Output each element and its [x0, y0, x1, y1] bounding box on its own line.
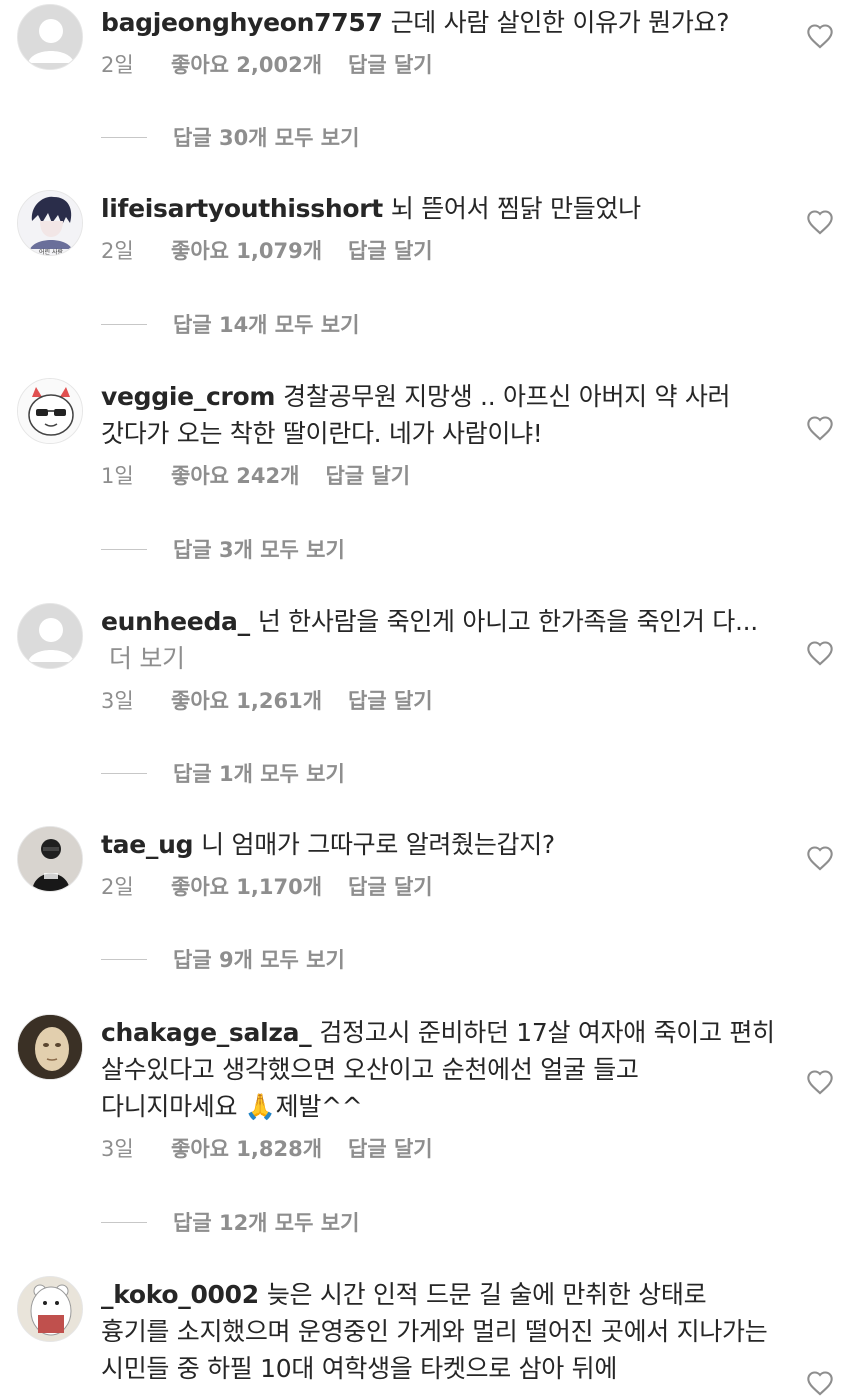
anime-drawing-avatar-icon: 어린 사람 — [18, 191, 82, 256]
reply-button[interactable]: 답글 달기 — [348, 871, 433, 901]
default-avatar-icon — [18, 604, 82, 668]
reply-button[interactable]: 답글 달기 — [348, 49, 433, 79]
avatar[interactable] — [17, 378, 83, 444]
comment-time[interactable]: 2일 — [101, 235, 171, 265]
comment-time[interactable]: 1일 — [101, 460, 171, 490]
heart-icon[interactable] — [806, 1370, 834, 1396]
comment-body: 근데 사람 살인한 이유가 뭔가요? — [390, 8, 730, 37]
comment-body: 뇌 뜯어서 찜닭 만들었나 — [390, 194, 641, 223]
see-more-link[interactable]: 더 보기 — [109, 644, 185, 673]
comment-username[interactable]: eunheeda_ — [101, 607, 250, 636]
view-replies-label: 답글 9개 모두 보기 — [173, 948, 345, 972]
heart-icon[interactable] — [806, 1069, 834, 1095]
comment-time[interactable]: 3일 — [101, 685, 171, 715]
avatar[interactable] — [17, 4, 83, 70]
divider-line — [101, 772, 147, 774]
comment-likes[interactable]: 좋아요 1,261개 — [171, 685, 322, 715]
view-replies-label: 답글 3개 모두 보기 — [173, 538, 345, 562]
person-photo-avatar-icon — [18, 827, 82, 891]
view-replies-button[interactable]: 답글 9개 모두 보기 — [101, 944, 345, 974]
comment-time[interactable]: 2일 — [101, 871, 171, 901]
divider-line — [101, 323, 147, 325]
comment-text: chakage_salza_ 검정고시 준비하던 17살 여자애 죽이고 편히 살… — [101, 1014, 781, 1125]
heart-icon[interactable] — [806, 209, 834, 235]
view-replies-button[interactable]: 답글 3개 모두 보기 — [101, 534, 345, 564]
view-replies-label: 답글 1개 모두 보기 — [173, 762, 345, 786]
comment-likes[interactable]: 좋아요 1,170개 — [171, 871, 322, 901]
divider-line — [101, 548, 147, 550]
divider-line — [101, 958, 147, 960]
comment-text: lifeisartyouthisshort 뇌 뜯어서 찜닭 만들었나 — [101, 190, 781, 227]
comment-body: 넌 한사람을 죽인게 아니고 한가족을 죽인거 다... — [257, 607, 758, 636]
reply-button[interactable]: 답글 달기 — [348, 685, 433, 715]
comment-text: _koko_0002 늦은 시간 인적 드문 길 술에 만취한 상태로 흉기를 소… — [101, 1276, 781, 1387]
divider-line — [101, 136, 147, 138]
view-replies-label: 답글 30개 모두 보기 — [173, 126, 360, 150]
view-replies-label: 답글 12개 모두 보기 — [173, 1211, 360, 1235]
view-replies-label: 답글 14개 모두 보기 — [173, 313, 360, 337]
heart-icon[interactable] — [806, 640, 834, 666]
comment-time[interactable]: 3일 — [101, 1133, 171, 1163]
comment-username[interactable]: bagjeonghyeon7757 — [101, 8, 383, 37]
comment-text: tae_ug 니 엄매가 그따구로 알려줬는갑지? — [101, 826, 781, 863]
painting-portrait-avatar-icon — [18, 1015, 82, 1079]
divider-line — [101, 1221, 147, 1223]
comment-username[interactable]: chakage_salza_ — [101, 1018, 312, 1047]
view-replies-button[interactable]: 답글 12개 모두 보기 — [101, 1207, 359, 1237]
default-avatar-icon — [18, 5, 82, 69]
comment-likes[interactable]: 좋아요 1,079개 — [171, 235, 322, 265]
comment-username[interactable]: veggie_crom — [101, 382, 275, 411]
heart-icon[interactable] — [806, 845, 834, 871]
heart-icon[interactable] — [806, 23, 834, 49]
comment-username[interactable]: tae_ug — [101, 830, 193, 859]
comment-likes[interactable]: 좋아요 2,002개 — [171, 49, 322, 79]
avatar[interactable] — [17, 1276, 83, 1342]
avatar[interactable] — [17, 826, 83, 892]
avatar[interactable] — [17, 1014, 83, 1080]
comment-text: bagjeonghyeon7757 근데 사람 살인한 이유가 뭔가요? — [101, 4, 781, 41]
comment-likes[interactable]: 좋아요 242개 — [171, 460, 299, 490]
view-replies-button[interactable]: 답글 14개 모두 보기 — [101, 309, 359, 339]
avatar[interactable]: 어린 사람 — [17, 190, 83, 256]
reply-button[interactable]: 답글 달기 — [325, 460, 410, 490]
reply-button[interactable]: 답글 달기 — [348, 235, 433, 265]
reply-button[interactable]: 답글 달기 — [348, 1133, 433, 1163]
heart-icon[interactable] — [806, 415, 834, 441]
comment-time[interactable]: 2일 — [101, 49, 171, 79]
view-replies-button[interactable]: 답글 30개 모두 보기 — [101, 122, 359, 152]
bear-cartoon-avatar-icon — [18, 1277, 82, 1341]
comment-likes[interactable]: 좋아요 1,828개 — [171, 1133, 322, 1163]
view-replies-button[interactable]: 답글 1개 모두 보기 — [101, 758, 345, 788]
comment-text: eunheeda_ 넌 한사람을 죽인게 아니고 한가족을 죽인거 다... 더 보… — [101, 603, 781, 677]
comment-body: 니 엄매가 그따구로 알려줬는갑지? — [201, 830, 555, 859]
comment-username[interactable]: lifeisartyouthisshort — [101, 194, 383, 223]
avatar[interactable] — [17, 603, 83, 669]
devil-cartoon-avatar-icon — [18, 379, 82, 443]
comment-text: veggie_crom 경찰공무원 지망생 .. 아프신 아버지 약 사러 갓다가… — [101, 378, 781, 452]
comment-username[interactable]: _koko_0002 — [101, 1280, 259, 1309]
avatar-caption: 어린 사람 — [39, 248, 63, 256]
